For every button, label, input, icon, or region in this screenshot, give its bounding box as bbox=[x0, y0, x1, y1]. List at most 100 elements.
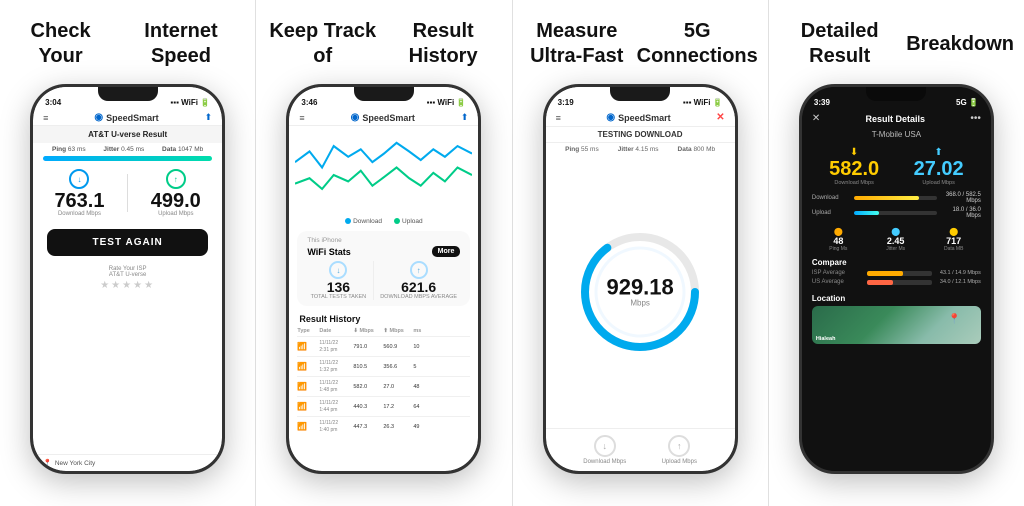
phone-3-notch bbox=[610, 87, 670, 101]
panel-1-title: Check Your Internet Speed bbox=[10, 18, 245, 70]
speed-gauge: 929.18 Mbps bbox=[575, 227, 705, 357]
wifi-stats-card: This iPhone WiFi Stats More ↓ 136 TOTAL … bbox=[297, 231, 470, 306]
download-speed-4: ⬇ 582.0 Download Mbps bbox=[829, 147, 879, 186]
panel-3-title: Measure Ultra-Fast 5G Connections bbox=[523, 18, 758, 70]
wifi-card-header: WiFi Stats More bbox=[307, 246, 460, 257]
more-button[interactable]: More bbox=[432, 246, 461, 257]
footer-server: 📍 New York City bbox=[33, 454, 222, 471]
panel-result-history: Keep Track of Result History 3:46 ▪▪▪ Wi… bbox=[256, 0, 512, 506]
table-row: 📶 11/11/222:31 pm 791.0560.910 bbox=[297, 336, 470, 356]
phone-1-notch bbox=[98, 87, 158, 101]
isp-bar-fill bbox=[867, 271, 903, 276]
upload-bar-track bbox=[854, 211, 937, 215]
upload-ctrl-icon: ↑ bbox=[668, 435, 690, 457]
main-speeds: ⬇ 582.0 Download Mbps ⬆ 27.02 Upload Mbp… bbox=[802, 141, 991, 190]
phone-1-screen: 3:04 ▪▪▪ WiFi 🔋 ≡ ◉ SpeedSmart ⬆ AT&T U-… bbox=[33, 87, 222, 471]
download-bar-track bbox=[854, 196, 937, 200]
table-row: 📶 11/11/221:44 pm 440.317.264 bbox=[297, 396, 470, 416]
bottom-controls: ↓ Download Mbps ↑ Upload Mbps bbox=[546, 428, 735, 471]
location-icon: 📍 bbox=[43, 459, 52, 467]
wifi-stats-row: ↓ 136 TOTAL TESTS TAKEN ↑ 621.6 DOWNLOAD… bbox=[307, 261, 460, 300]
download-dot bbox=[345, 218, 351, 224]
share-icon: ⬆ bbox=[205, 112, 213, 123]
share-icon-2: ⬆ bbox=[461, 112, 469, 123]
speed-display: ↓ 763.1 Download Mbps ↑ 499.0 Upload Mbp… bbox=[33, 161, 222, 221]
jitter-stat: ⬤ 2.45 Jitter Ms bbox=[886, 227, 905, 252]
upload-icon: ↑ bbox=[166, 169, 186, 189]
table-row: 📶 11/11/221:48 pm 582.027.048 bbox=[297, 376, 470, 396]
map-thumbnail: Hialeah 📍 bbox=[812, 306, 981, 344]
speed-graph bbox=[289, 126, 478, 216]
hamburger-icon: ≡ bbox=[43, 113, 48, 123]
upload-dot bbox=[394, 218, 400, 224]
close-icon-4[interactable]: ✕ bbox=[812, 113, 820, 124]
speedsmart-logo-2: ◉ SpeedSmart bbox=[351, 112, 415, 123]
upload-speed: ↑ 499.0 Upload Mbps bbox=[151, 169, 201, 217]
avg-download-stat: ↑ 621.6 DOWNLOAD MBPS AVERAGE bbox=[380, 261, 457, 300]
panel-5g: Measure Ultra-Fast 5G Connections 3:19 ▪… bbox=[513, 0, 769, 506]
download-ctrl-icon: ↓ bbox=[594, 435, 616, 457]
phone-2-notch bbox=[354, 87, 414, 101]
us-bar-fill bbox=[867, 280, 893, 285]
table-row: 📶 11/11/221:32 pm 810.5356.65 bbox=[297, 356, 470, 376]
download-control: ↓ Download Mbps bbox=[583, 435, 626, 465]
history-title: Result History bbox=[289, 310, 478, 326]
phone-2-nav: ≡ ◉ SpeedSmart ⬆ bbox=[289, 109, 478, 126]
phone-3: 3:19 ▪▪▪ WiFi 🔋 ≡ ◉ SpeedSmart ✕ TESTING… bbox=[543, 84, 738, 474]
phone-2: 3:46 ▪▪▪ WiFi 🔋 ≡ ◉ SpeedSmart ⬆ Downloa bbox=[286, 84, 481, 474]
testing-label: TESTING DOWNLOAD bbox=[546, 127, 735, 143]
server-info: AT&T U-verse Result bbox=[33, 126, 222, 143]
jitter-icon: ⬤ bbox=[891, 227, 900, 236]
gauge-area: 929.18 Mbps bbox=[546, 156, 735, 428]
upload-icon-4: ⬆ bbox=[934, 147, 942, 158]
phone-2-screen: 3:46 ▪▪▪ WiFi 🔋 ≡ ◉ SpeedSmart ⬆ Downloa bbox=[289, 87, 478, 471]
isp-avg-row: ISP Average 43.1 / 14.9 Mbps bbox=[812, 270, 981, 276]
panel-check-speed: Check Your Internet Speed 3:04 ▪▪▪ WiFi … bbox=[0, 0, 256, 506]
wifi-icon-row: 📶 bbox=[297, 422, 317, 431]
test-again-button[interactable]: TEST AGAIN bbox=[47, 229, 208, 256]
upload-bar-label: Upload bbox=[812, 210, 850, 216]
us-avg-row: US Average 34.0 / 12.1 Mbps bbox=[812, 279, 981, 285]
map-pin-icon: 📍 bbox=[948, 314, 960, 325]
total-tests-stat: ↓ 136 TOTAL TESTS TAKEN bbox=[311, 261, 367, 300]
panel-2-title: Keep Track of Result History bbox=[266, 18, 501, 70]
history-table: Type Date ⬇ Mbps ⬆ Mbps ms 📶 11/11/222:3… bbox=[289, 326, 478, 436]
phone-4-notch bbox=[866, 87, 926, 101]
upload-bar-fill bbox=[854, 211, 879, 215]
upload-control: ↑ Upload Mbps bbox=[662, 435, 697, 465]
wifi-icon-row: 📶 bbox=[297, 342, 317, 351]
download-icon-4: ⬇ bbox=[850, 147, 858, 158]
ul-bar-row: Upload 18.0 / 36.0 Mbps bbox=[812, 207, 981, 219]
graph-svg bbox=[295, 130, 472, 205]
compare-section: Compare ISP Average 43.1 / 14.9 Mbps US … bbox=[802, 255, 991, 291]
ellipsis-icon[interactable]: ••• bbox=[970, 113, 981, 124]
download-speed: ↓ 763.1 Download Mbps bbox=[54, 169, 104, 217]
table-header: Type Date ⬇ Mbps ⬆ Mbps ms bbox=[297, 326, 470, 336]
isp-name: T-Mobile USA bbox=[802, 128, 991, 141]
download-icon: ↓ bbox=[69, 169, 89, 189]
phone-4: 3:39 5G 🔋 ✕ Result Details ••• T-Mobile … bbox=[799, 84, 994, 474]
gauge-value: 929.18 Mbps bbox=[606, 277, 673, 308]
hamburger-icon-3: ≡ bbox=[556, 113, 561, 123]
data-stat: ⬤ 717 Data MB bbox=[944, 227, 963, 252]
wifi-icon: ◉ bbox=[94, 112, 103, 123]
wifi-icon-row: 📶 bbox=[297, 382, 317, 391]
panel-4-title: Detailed Result Breakdown bbox=[779, 18, 1014, 70]
upload-speed-4: ⬆ 27.02 Upload Mbps bbox=[914, 147, 964, 186]
phone-3-screen: 3:19 ▪▪▪ WiFi 🔋 ≡ ◉ SpeedSmart ✕ TESTING… bbox=[546, 87, 735, 471]
extra-stats: ⬤ 48 Ping Ms ⬤ 2.45 Jitter Ms ⬤ 717 Data… bbox=[802, 224, 991, 255]
phone-1: 3:04 ▪▪▪ WiFi 🔋 ≡ ◉ SpeedSmart ⬆ AT&T U-… bbox=[30, 84, 225, 474]
location-section: Location Hialeah 📍 bbox=[802, 291, 991, 346]
dl-bar-row: Download 368.0 / 582.5 Mbps bbox=[812, 192, 981, 204]
data-icon: ⬤ bbox=[949, 227, 958, 236]
download-bar-fill bbox=[854, 196, 919, 200]
phone-1-nav: ≡ ◉ SpeedSmart ⬆ bbox=[33, 109, 222, 126]
us-bar-track bbox=[867, 280, 932, 285]
speedsmart-logo: ◉ SpeedSmart bbox=[94, 112, 158, 123]
phone-1-stats: Ping 63 ms Jitter 0.45 ms Data 1047 Mb bbox=[33, 143, 222, 156]
stat-divider bbox=[373, 261, 374, 300]
close-icon[interactable]: ✕ bbox=[716, 112, 724, 123]
star-rating[interactable]: ★★★★★ bbox=[33, 280, 222, 291]
bar-section: Download 368.0 / 582.5 Mbps Upload 18.0 … bbox=[802, 190, 991, 224]
upload-stat-icon: ↑ bbox=[410, 261, 428, 279]
